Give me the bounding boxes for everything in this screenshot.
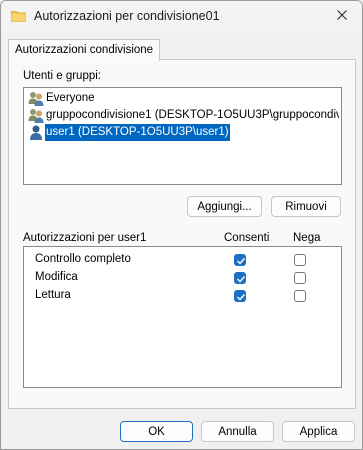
cancel-button[interactable]: Annulla — [201, 421, 274, 442]
list-item[interactable]: gruppocondivisione1 (DESKTOP-1O5UU3P\gru… — [25, 107, 339, 124]
deny-header: Nega — [293, 232, 321, 244]
permissions-list: Controllo completo Modifica Lettura — [23, 246, 342, 388]
allow-header: Consenti — [224, 232, 270, 244]
permission-row: Controllo completo — [24, 251, 342, 269]
remove-button[interactable]: Rimuovi — [271, 196, 341, 217]
allow-checkbox[interactable] — [234, 254, 246, 266]
deny-checkbox[interactable] — [294, 272, 306, 284]
permission-name: Lettura — [35, 289, 71, 301]
permission-row: Modifica — [24, 269, 342, 287]
folder-icon — [11, 10, 26, 22]
deny-checkbox[interactable] — [294, 290, 306, 302]
ok-button[interactable]: OK — [120, 421, 193, 442]
list-item[interactable]: Everyone — [25, 90, 339, 107]
permission-name: Controllo completo — [35, 253, 131, 265]
tab-panel: Utenti e gruppi: Everyone gruppocondivis… — [8, 59, 356, 409]
user-name: Everyone — [46, 92, 95, 104]
window-title: Autorizzazioni per condivisione01 — [34, 9, 220, 23]
allow-checkbox[interactable] — [234, 272, 246, 284]
close-button[interactable] — [322, 1, 362, 31]
users-groups-label: Utenti e gruppi: — [23, 70, 101, 82]
apply-button[interactable]: Applica — [282, 421, 355, 442]
user-icon — [28, 124, 45, 141]
users-listbox[interactable]: Everyone gruppocondivisione1 (DESKTOP-1O… — [23, 87, 342, 185]
permissions-dialog: Autorizzazioni per condivisione01 Autori… — [0, 0, 363, 450]
permission-row: Lettura — [24, 287, 342, 305]
deny-checkbox[interactable] — [294, 254, 306, 266]
allow-checkbox[interactable] — [234, 290, 246, 302]
tab-share-permissions[interactable]: Autorizzazioni condivisione — [8, 39, 161, 61]
user-name: user1 (DESKTOP-1O5UU3P\user1) — [45, 124, 230, 141]
title-bar[interactable]: Autorizzazioni per condivisione01 — [1, 1, 362, 33]
user-name: gruppocondivisione1 (DESKTOP-1O5UU3P\gru… — [46, 109, 339, 121]
group-icon — [28, 90, 45, 107]
add-button[interactable]: Aggiungi... — [187, 196, 262, 217]
close-icon — [337, 9, 347, 23]
permissions-label: Autorizzazioni per user1 — [23, 232, 147, 244]
permission-name: Modifica — [35, 271, 78, 283]
group-icon — [28, 107, 45, 124]
list-item-selected[interactable]: user1 (DESKTOP-1O5UU3P\user1) — [25, 124, 339, 141]
